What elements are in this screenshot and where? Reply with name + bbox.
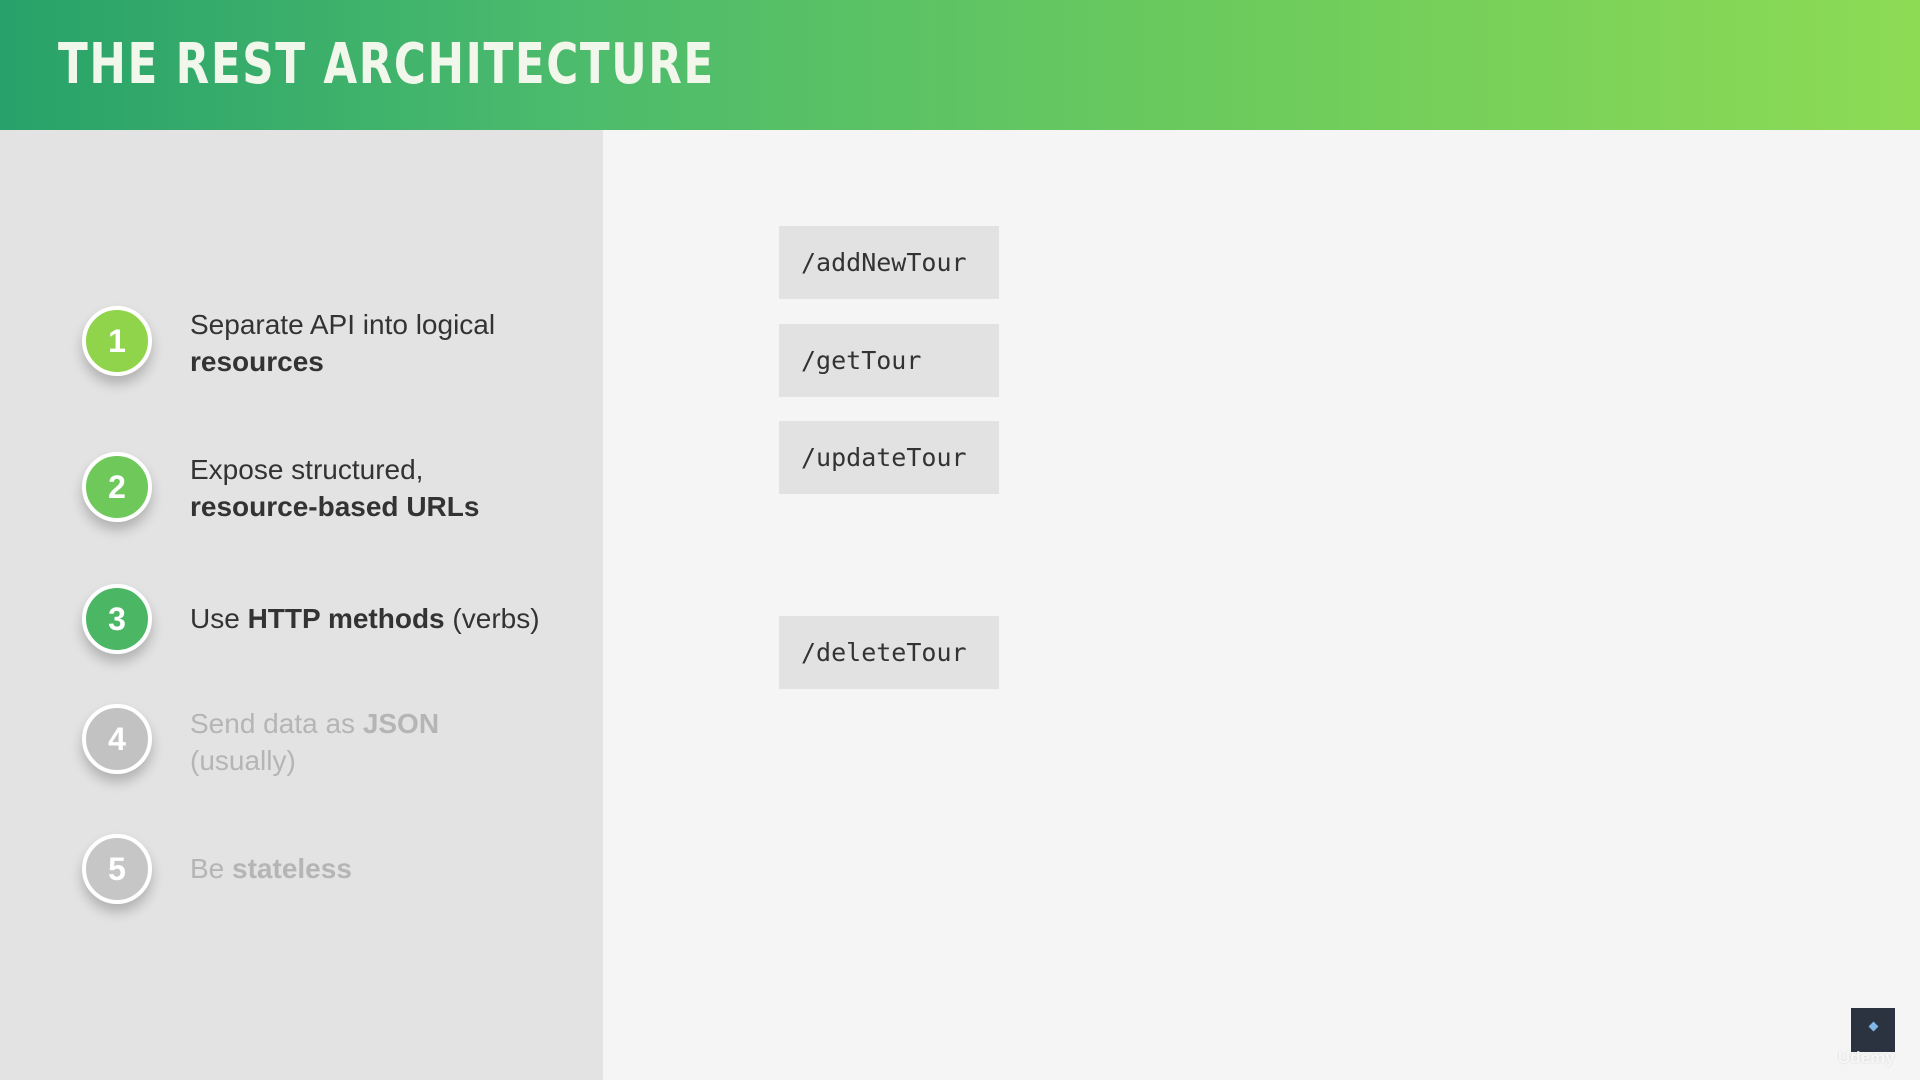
route-update-tour: /updateTour (779, 421, 999, 494)
route-add-new-tour: /addNewTour (779, 226, 999, 299)
step-2-number-badge: 2 (82, 452, 152, 522)
logo-diamond-icon (1868, 1021, 1878, 1031)
slide-header: THE REST ARCHITECTURE (0, 0, 1920, 130)
route-get-tour: /getTour (779, 324, 999, 397)
slide: THE REST ARCHITECTURE 1 Separate API int… (0, 0, 1920, 1080)
step-4-text-before: Send data as (190, 708, 363, 739)
step-5-number-badge: 5 (82, 834, 152, 904)
step-4-number-badge: 4 (82, 704, 152, 774)
step-4-text-after: (usually) (190, 745, 296, 776)
step-5-text: Be stateless (190, 850, 352, 887)
step-4-text-bold: JSON (362, 708, 440, 739)
step-2: 2 Expose structured, resource-based URLs (82, 452, 602, 532)
step-4-text: Send data as JSON (usually) (190, 705, 439, 779)
step-1: 1 Separate API into logical resources (82, 306, 602, 386)
step-2-text-bold: resource-based URLs (190, 491, 480, 522)
step-1-text-plain: Separate API into logical (190, 309, 496, 340)
step-2-text: Expose structured, resource-based URLs (190, 451, 479, 525)
step-1-number-badge: 1 (82, 306, 152, 376)
route-delete-tour: /deleteTour (779, 616, 999, 689)
step-3-text-bold: HTTP methods (247, 603, 445, 634)
udemy-watermark: Udemy (1838, 1048, 1895, 1067)
step-3-text-before: Use (190, 603, 248, 634)
step-4: 4 Send data as JSON (usually) (82, 704, 602, 784)
step-3-text: Use HTTP methods (verbs) (190, 600, 540, 637)
step-2-text-plain: Expose structured, (190, 454, 424, 485)
slide-title: THE REST ARCHITECTURE (58, 32, 715, 97)
step-5-text-before: Be (190, 853, 233, 884)
course-logo-icon (1851, 1008, 1895, 1052)
step-1-text-bold: resources (190, 346, 324, 377)
step-5: 5 Be stateless (82, 834, 602, 914)
step-1-text: Separate API into logical resources (190, 306, 495, 380)
step-5-text-bold: stateless (232, 853, 352, 884)
step-3: 3 Use HTTP methods (verbs) (82, 584, 602, 664)
step-3-text-after: (verbs) (444, 603, 540, 634)
step-3-number-badge: 3 (82, 584, 152, 654)
